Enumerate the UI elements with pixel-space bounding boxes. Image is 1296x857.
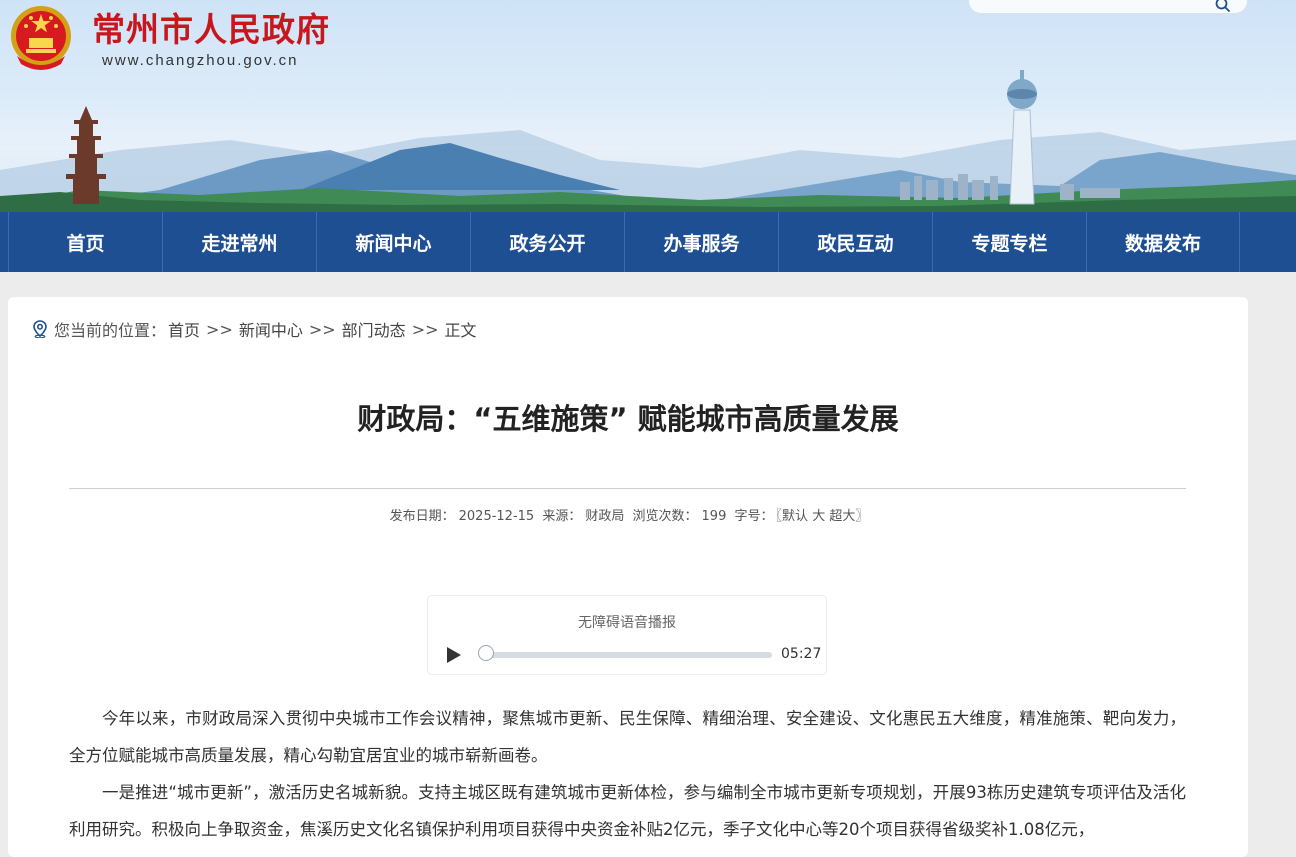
publish-date-label: 发布日期： (389, 509, 455, 524)
breadcrumb-separator: >> (308, 319, 336, 339)
site-url: www.changzhou.gov.cn (102, 52, 299, 69)
font-size-large[interactable]: 大 (812, 509, 825, 524)
nav-item-home[interactable]: 首页 (8, 212, 162, 272)
nav-item-news-center[interactable]: 新闻中心 (316, 212, 470, 272)
search-input[interactable] (968, 0, 1248, 14)
article-paragraph: 一是推进“城市更新”，激活历史名城新貌。支持主城区既有建筑城市更新体检，参与编制… (69, 783, 1186, 839)
breadcrumb-dept-news[interactable]: 部门动态 (342, 317, 406, 341)
views-label: 浏览次数： (632, 509, 698, 524)
breadcrumb-home[interactable]: 首页 (168, 317, 200, 341)
header-banner: 常州市人民政府 www.changzhou.gov.cn (0, 0, 1296, 212)
audio-progress-track[interactable] (488, 652, 772, 658)
location-pin-icon (33, 320, 47, 338)
audio-duration: 05:27 (781, 646, 822, 662)
audio-progress-knob[interactable] (478, 645, 494, 661)
breadcrumb-current: 正文 (444, 321, 477, 340)
breadcrumb: 您当前的位置： 首页 >> 新闻中心 >> 部门动态 >> 正文 (32, 317, 477, 341)
breadcrumb-label: 您当前的位置： (54, 321, 167, 340)
site-title[interactable]: 常州市人民政府 (92, 8, 330, 52)
breadcrumb-news-center[interactable]: 新闻中心 (239, 317, 303, 341)
font-size-default[interactable]: 默认 (782, 509, 808, 524)
source-label: 来源： (542, 509, 582, 524)
font-size-bracket-close: 〗 (855, 509, 869, 524)
nav-item-data-release[interactable]: 数据发布 (1086, 212, 1240, 272)
play-icon[interactable] (446, 646, 462, 664)
audio-player-title: 无障碍语音播报 (578, 615, 676, 631)
nav-item-special-topics[interactable]: 专题专栏 (932, 212, 1086, 272)
article-meta: 发布日期： 2025-12-15 来源： 财政局 浏览次数： 199 字号： 〖默认 大… (8, 505, 1248, 524)
breadcrumb-separator: >> (411, 319, 439, 339)
font-size-label: 字号： (734, 509, 774, 524)
nav-item-interaction[interactable]: 政民互动 (778, 212, 932, 272)
nav-item-about-changzhou[interactable]: 走进常州 (162, 212, 316, 272)
article-card: 您当前的位置： 首页 >> 新闻中心 >> 部门动态 >> 正文 财政局：“五维… (8, 297, 1248, 857)
main-nav: 首页 走进常州 新闻中心 政务公开 办事服务 政民互动 专题专栏 数据发布 (0, 212, 1296, 272)
font-size-xlarge[interactable]: 超大 (829, 509, 855, 524)
nav-item-gov-affairs[interactable]: 政务公开 (470, 212, 624, 272)
search-icon[interactable] (1215, 0, 1231, 13)
nav-item-services[interactable]: 办事服务 (624, 212, 778, 272)
article-paragraph: 今年以来，市财政局深入贯彻中央城市工作会议精神，聚焦城市更新、民生保障、精细治理… (69, 709, 1186, 765)
title-divider (69, 488, 1186, 489)
source: 财政局 (585, 509, 625, 524)
audio-player: 无障碍语音播报 05:27 (427, 595, 827, 675)
article-body: 今年以来，市财政局深入贯彻中央城市工作会议精神，聚焦城市更新、民生保障、精细治理… (69, 700, 1186, 848)
national-emblem-icon (11, 6, 71, 70)
view-count: 199 (701, 509, 727, 524)
breadcrumb-separator: >> (206, 319, 233, 339)
article-title: 财政局：“五维施策” 赋能城市高质量发展 (357, 402, 899, 436)
publish-date: 2025-12-15 (458, 509, 535, 524)
